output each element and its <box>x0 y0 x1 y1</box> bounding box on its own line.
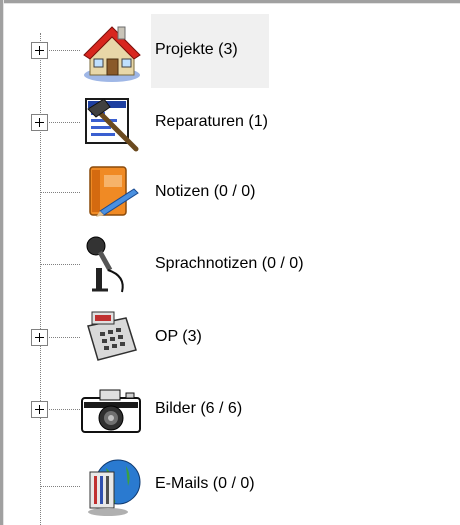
expand-toggle-reparaturen[interactable] <box>31 114 48 131</box>
cash-register-icon <box>78 304 144 370</box>
camera-icon <box>78 376 144 442</box>
tree-item-label[interactable]: Notizen (0 / 0) <box>151 180 259 204</box>
tree-item-sprachnotizen[interactable]: Sprachnotizen (0 / 0) <box>0 228 460 298</box>
panel-border-top-inner <box>0 3 460 4</box>
tree-item-label[interactable]: Sprachnotizen (0 / 0) <box>151 252 308 276</box>
expand-toggle-op[interactable] <box>31 329 48 346</box>
repair-hammer-icon <box>78 91 144 157</box>
tree-item-label[interactable]: Reparaturen (1) <box>151 110 272 134</box>
tree-item-emails[interactable]: E-Mails (0 / 0) <box>0 442 460 516</box>
expand-toggle-bilder[interactable] <box>31 401 48 418</box>
tree-item-label[interactable]: Bilder (6 / 6) <box>151 397 246 421</box>
tree-item-label[interactable]: E-Mails (0 / 0) <box>151 472 259 496</box>
microphone-icon <box>78 232 144 298</box>
expand-toggle-projekte[interactable] <box>31 42 48 59</box>
notebook-icon <box>78 161 144 227</box>
tree-item-projekte[interactable]: Projekte (3) <box>0 17 460 87</box>
tree-branch-line <box>40 192 80 193</box>
tree-branch-line <box>40 264 80 265</box>
email-globe-icon <box>78 452 144 518</box>
tree-item-bilder[interactable]: Bilder (6 / 6) <box>0 370 460 440</box>
tree-panel: Projekte (3) Reparaturen (1) Notizen (0 … <box>0 0 460 525</box>
tree-item-op[interactable]: OP (3) <box>0 298 460 368</box>
tree-item-reparaturen[interactable]: Reparaturen (1) <box>0 87 460 157</box>
tree-item-notizen[interactable]: Notizen (0 / 0) <box>0 157 460 227</box>
tree-branch-line <box>40 486 80 487</box>
tree-item-label[interactable]: Projekte (3) <box>151 38 242 62</box>
house-icon <box>78 19 144 85</box>
tree-item-label[interactable]: OP (3) <box>151 325 206 349</box>
